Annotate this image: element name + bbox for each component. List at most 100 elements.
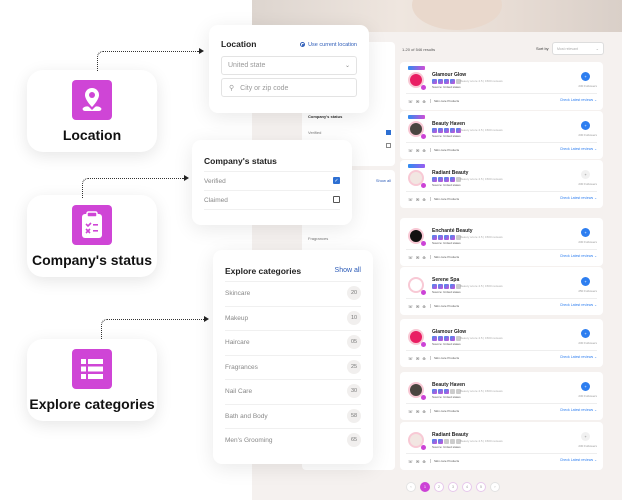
mail-icon[interactable]: ✉ <box>416 304 419 309</box>
company-card[interactable]: Beauty Haven Beauty score 4.5 | 1500 rev… <box>400 111 603 159</box>
page-button[interactable]: 1 <box>420 482 430 492</box>
company-name[interactable]: Radiant Beauty <box>432 432 468 438</box>
company-category: Skin care Products <box>430 148 459 152</box>
company-name[interactable]: Glamour Glow <box>432 72 466 78</box>
phone-icon[interactable]: ☏ <box>408 255 413 260</box>
phone-icon[interactable]: ☏ <box>408 304 413 309</box>
company-name[interactable]: Beauty Haven <box>432 121 465 127</box>
page-button[interactable]: 2 <box>434 482 444 492</box>
follow-button[interactable]: + <box>581 170 590 179</box>
company-card[interactable]: Beauty Haven Beauty score 4.5 | 1500 rev… <box>400 372 603 420</box>
category-item[interactable]: Fragrances 25 <box>225 354 361 379</box>
bg-verified-checkbox <box>386 130 391 135</box>
check-latest-reviews-link[interactable]: Check Latest reviews ⌄ <box>560 355 597 359</box>
divider <box>406 142 597 143</box>
globe-icon[interactable]: ⊕ <box>422 304 425 309</box>
star-icon <box>444 389 449 394</box>
company-name[interactable]: Enchanté Beauty <box>432 228 473 234</box>
globe-icon[interactable]: ⊕ <box>422 459 425 464</box>
company-card[interactable]: Enchanté Beauty Beauty score 4.5 | 1500 … <box>400 218 603 266</box>
check-latest-reviews-link[interactable]: Check Latest reviews ⌄ <box>560 98 597 102</box>
country-select[interactable]: United state ⌄ <box>221 56 357 75</box>
status-option-claimed[interactable]: Claimed <box>204 190 340 209</box>
star-icon <box>432 439 437 444</box>
verified-badge-icon <box>421 445 426 450</box>
globe-icon[interactable]: ⊕ <box>422 197 425 202</box>
star-icon <box>450 79 455 84</box>
checkbox[interactable] <box>333 196 340 203</box>
follow-button[interactable]: + <box>581 228 590 237</box>
rating-stars <box>432 177 461 182</box>
category-count: 20 <box>347 286 361 300</box>
mail-icon[interactable]: ✉ <box>416 459 419 464</box>
follow-button[interactable]: + <box>581 329 590 338</box>
mail-icon[interactable]: ✉ <box>416 255 419 260</box>
category-item[interactable]: Skincare 20 <box>225 281 361 305</box>
follow-button[interactable]: + <box>581 121 590 130</box>
bg-status-title: Company's status <box>308 114 343 119</box>
page-button[interactable]: 5 <box>476 482 486 492</box>
mail-icon[interactable]: ✉ <box>416 148 419 153</box>
checkbox-checked[interactable]: ✓ <box>333 177 340 184</box>
follow-button[interactable]: + <box>581 277 590 286</box>
feature-card-company-status: Company's status <box>27 195 157 277</box>
company-name[interactable]: Glamour Glow <box>432 329 466 335</box>
follow-button[interactable]: + <box>581 382 590 391</box>
category-item[interactable]: Bath and Body 58 <box>225 403 361 428</box>
option-label: Claimed <box>204 197 228 204</box>
company-card[interactable]: Serene Spa Beauty score 4.5 | 1500 revie… <box>400 267 603 315</box>
category-item[interactable]: Nail Care 30 <box>225 379 361 403</box>
show-all-link[interactable]: Show all <box>335 267 361 274</box>
category-count: 30 <box>347 384 361 398</box>
follow-button[interactable]: + <box>581 432 590 441</box>
company-card[interactable]: Glamour Glow Beauty score 4.5 | 1500 rev… <box>400 319 603 367</box>
globe-icon[interactable]: ⊕ <box>422 255 425 260</box>
phone-icon[interactable]: ☏ <box>408 459 413 464</box>
company-card[interactable]: Radiant Beauty Beauty score 4.5 | 1500 r… <box>400 422 603 470</box>
phone-icon[interactable]: ☏ <box>408 356 413 361</box>
followers-count: 230 Followers <box>578 240 597 244</box>
phone-icon[interactable]: ☏ <box>408 148 413 153</box>
star-icon <box>444 284 449 289</box>
company-name[interactable]: Radiant Beauty <box>432 170 468 176</box>
prev-page-button[interactable]: ‹ <box>406 482 416 492</box>
company-card[interactable]: Radiant Beauty Beauty score 4.5 | 1500 r… <box>400 160 603 208</box>
beauty-score: Beauty score 4.5 | 1500 reviews <box>460 389 503 393</box>
globe-icon[interactable]: ⊕ <box>422 356 425 361</box>
use-current-location-button[interactable]: Use current location <box>300 42 357 48</box>
category-item[interactable]: Men's Grooming 65 <box>225 428 361 452</box>
page-button[interactable]: 4 <box>462 482 472 492</box>
category-item[interactable]: Haircare 05 <box>225 330 361 354</box>
check-latest-reviews-link[interactable]: Check Latest reviews ⌄ <box>560 147 597 151</box>
category-item[interactable]: Makeup 10 <box>225 305 361 330</box>
follow-button[interactable]: + <box>581 72 590 81</box>
check-latest-reviews-link[interactable]: Check Latest reviews ⌄ <box>560 458 597 462</box>
check-latest-reviews-link[interactable]: Check Latest reviews ⌄ <box>560 196 597 200</box>
feature-card-location: Location <box>27 70 157 152</box>
check-latest-reviews-link[interactable]: Check Latest reviews ⌄ <box>560 303 597 307</box>
globe-icon[interactable]: ⊕ <box>422 99 425 104</box>
globe-icon[interactable]: ⊕ <box>422 148 425 153</box>
mail-icon[interactable]: ✉ <box>416 409 419 414</box>
sort-select[interactable]: Most relevant ⌄ <box>552 42 604 55</box>
check-label: Check Latest reviews <box>559 408 594 412</box>
category-count: 58 <box>347 408 361 423</box>
mail-icon[interactable]: ✉ <box>416 356 419 361</box>
mail-icon[interactable]: ✉ <box>416 99 419 104</box>
next-page-button[interactable]: › <box>490 482 500 492</box>
phone-icon[interactable]: ☏ <box>408 197 413 202</box>
company-name[interactable]: Serene Spa <box>432 277 459 283</box>
globe-icon[interactable]: ⊕ <box>422 409 425 414</box>
phone-icon[interactable]: ☏ <box>408 99 413 104</box>
check-latest-reviews-link[interactable]: Check Latest reviews ⌄ <box>560 254 597 258</box>
page-button[interactable]: 3 <box>448 482 458 492</box>
star-icon <box>444 177 449 182</box>
company-card[interactable]: Glamour Glow Beauty score 4.5 | 1500 rev… <box>400 62 603 110</box>
phone-icon[interactable]: ☏ <box>408 409 413 414</box>
check-latest-reviews-link[interactable]: Check Latest reviews ⌄ <box>560 408 597 412</box>
company-name[interactable]: Beauty Haven <box>432 382 465 388</box>
verified-badge-icon <box>421 134 426 139</box>
city-search-input[interactable]: ⚲ City or zip code <box>221 78 357 97</box>
mail-icon[interactable]: ✉ <box>416 197 419 202</box>
status-option-verified[interactable]: Verified ✓ <box>204 171 340 190</box>
